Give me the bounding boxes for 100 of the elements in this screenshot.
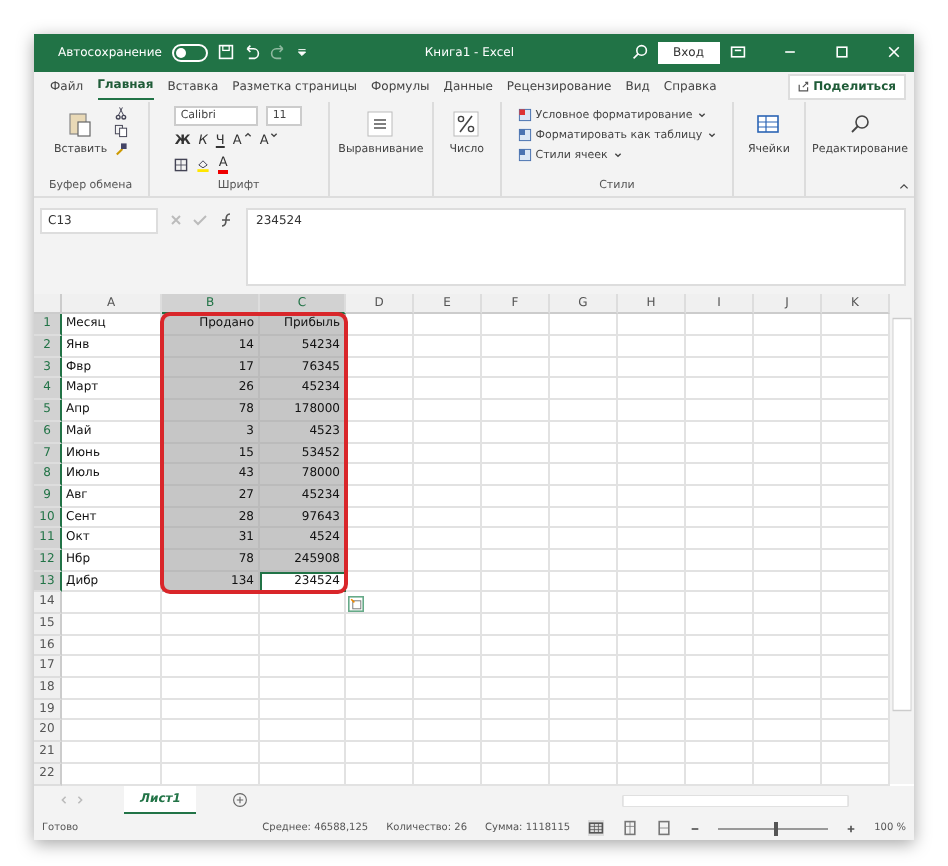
table-cell [346, 678, 414, 700]
table-cell [482, 336, 550, 358]
table-cell [260, 742, 346, 764]
table-cell [414, 528, 482, 550]
ribbon-display-icon[interactable] [730, 44, 746, 61]
table-cell [754, 314, 822, 337]
table-cell [482, 571, 550, 593]
table-cell [414, 443, 482, 465]
table-cell [618, 464, 686, 486]
table-cell [482, 314, 550, 337]
vertical-scrollbar[interactable] [890, 294, 914, 785]
table-cell [618, 421, 686, 444]
table-cell [482, 549, 550, 572]
quick-analysis-icon[interactable] [348, 596, 364, 613]
table-cell [260, 720, 346, 743]
table-cell [754, 742, 822, 764]
table-cell [162, 699, 260, 721]
table-cell [686, 507, 754, 529]
caret-up-icon [243, 132, 252, 139]
table-cell [550, 357, 618, 379]
table-cell [686, 400, 754, 422]
format-painter-icon[interactable] [113, 142, 128, 157]
table-cell [618, 571, 686, 593]
maximize-icon[interactable] [834, 44, 850, 61]
table-cell [686, 720, 754, 743]
page-layout-icon[interactable] [622, 820, 639, 837]
table-cell [414, 571, 482, 593]
table-cell [686, 614, 754, 636]
table-cell [346, 656, 414, 679]
table-cell [260, 635, 346, 657]
table-cell [618, 400, 686, 422]
table-cell [346, 614, 414, 636]
table-cell [162, 742, 260, 764]
zoom-out-button[interactable] [690, 823, 701, 834]
table-cell [346, 507, 414, 529]
table-cell [414, 357, 482, 379]
table-cell [618, 656, 686, 679]
table-cell [482, 464, 550, 486]
table-cell [618, 443, 686, 465]
table-cell [62, 635, 162, 657]
redo-icon[interactable] [269, 44, 286, 61]
table-cell [754, 720, 822, 743]
autosave-toggle[interactable] [171, 43, 208, 62]
table-cell [260, 678, 346, 700]
table-cell [62, 720, 162, 743]
page-break-icon[interactable] [656, 820, 673, 837]
table-cell [346, 571, 414, 593]
table-cell [346, 528, 414, 550]
close-icon[interactable] [886, 44, 902, 61]
undo-icon[interactable] [243, 44, 260, 61]
copy-icon[interactable] [113, 124, 128, 139]
collapse-ribbon-icon[interactable] [898, 180, 911, 193]
cut-icon[interactable] [113, 106, 128, 121]
table-cell [550, 443, 618, 465]
table-cell [482, 400, 550, 422]
table-cell [754, 699, 822, 721]
table-cell [754, 507, 822, 529]
table-cell [618, 699, 686, 721]
table-cell [618, 592, 686, 615]
table-cell [346, 357, 414, 379]
search-icon[interactable] [631, 44, 647, 61]
table-cell [686, 378, 754, 401]
add-sheet-icon[interactable] [232, 792, 249, 809]
table-cell [618, 742, 686, 764]
table-cell [618, 720, 686, 743]
zoom-in-button[interactable] [846, 823, 857, 834]
table-cell [346, 443, 414, 465]
fill-color-icon[interactable] [196, 157, 211, 172]
table-cell [686, 635, 754, 657]
table-cell [550, 507, 618, 529]
table-cell [550, 656, 618, 679]
table-cell [346, 378, 414, 401]
table-cell [62, 592, 162, 615]
table-cell [346, 742, 414, 764]
customize-icon[interactable] [295, 44, 308, 61]
table-cell [618, 528, 686, 550]
zoom-thumb[interactable] [773, 821, 778, 836]
table-cell [686, 421, 754, 444]
table-cell [482, 678, 550, 700]
normal-view-icon[interactable] [588, 820, 605, 837]
table-cell [62, 614, 162, 636]
table-cell [754, 464, 822, 486]
table-cell [482, 507, 550, 529]
table-cell [482, 357, 550, 379]
table-cell [260, 614, 346, 636]
table-cell [754, 421, 822, 444]
caret-down-icon [698, 112, 707, 119]
table-cell [162, 592, 260, 615]
table-cell [754, 592, 822, 615]
table-cell [414, 400, 482, 422]
table-cell [414, 378, 482, 401]
borders-icon[interactable] [174, 157, 189, 172]
table-cell [550, 571, 618, 593]
table-cell [414, 421, 482, 444]
save-icon[interactable] [217, 44, 234, 61]
table-cell [754, 357, 822, 379]
table-cell [414, 635, 482, 657]
table-cell [62, 656, 162, 679]
table-cell [618, 485, 686, 508]
percent-icon [452, 110, 481, 139]
